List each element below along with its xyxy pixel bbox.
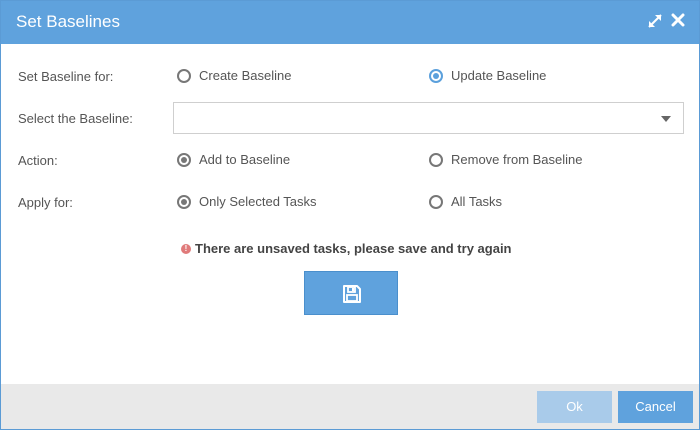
- cancel-button[interactable]: Cancel: [618, 391, 693, 423]
- radio-create-baseline[interactable]: Create Baseline: [177, 68, 292, 83]
- baseline-select[interactable]: [173, 102, 684, 134]
- radio-circle[interactable]: [177, 194, 191, 209]
- radio-label: Only Selected Tasks: [199, 194, 317, 209]
- radio-update-baseline[interactable]: Update Baseline: [429, 68, 546, 83]
- radio-remove-from-baseline[interactable]: Remove from Baseline: [429, 152, 583, 167]
- apply-for-label: Apply for:: [18, 195, 73, 210]
- action-label: Action:: [18, 153, 58, 168]
- radio-all-tasks[interactable]: All Tasks: [429, 194, 502, 209]
- ok-button[interactable]: Ok: [537, 391, 612, 423]
- radio-add-to-baseline[interactable]: Add to Baseline: [177, 152, 290, 167]
- set-baselines-dialog: Set Baselines Set Baseline for: Create B…: [0, 0, 700, 430]
- radio-only-selected-tasks[interactable]: Only Selected Tasks: [177, 194, 317, 209]
- radio-circle[interactable]: [177, 152, 191, 167]
- radio-label: All Tasks: [451, 194, 503, 209]
- save-button[interactable]: [304, 271, 398, 315]
- radio-label: Update Baseline: [451, 68, 547, 83]
- select-baseline-label: Select the Baseline:: [18, 111, 133, 126]
- radio-label: Remove from Baseline: [451, 152, 583, 167]
- radio-circle[interactable]: [429, 152, 443, 167]
- floppy-disk-icon: [343, 285, 361, 303]
- radio-circle[interactable]: [429, 194, 443, 209]
- close-icon[interactable]: [671, 13, 689, 31]
- warning-text: There are unsaved tasks, please save and…: [195, 241, 512, 256]
- chevron-down-icon[interactable]: [661, 116, 671, 122]
- radio-circle[interactable]: [429, 68, 443, 83]
- unsaved-warning: ! There are unsaved tasks, please save a…: [181, 241, 512, 256]
- dialog-footer: Ok Cancel: [1, 384, 699, 429]
- radio-label: Add to Baseline: [199, 152, 291, 167]
- baseline-for-label: Set Baseline for:: [18, 69, 114, 84]
- dialog-title: Set Baselines: [16, 12, 120, 31]
- dialog-titlebar: Set Baselines: [1, 1, 699, 44]
- expand-icon[interactable]: [647, 13, 665, 31]
- radio-label: Create Baseline: [199, 68, 292, 83]
- exclamation-circle-icon: !: [181, 243, 191, 254]
- radio-circle[interactable]: [177, 68, 191, 83]
